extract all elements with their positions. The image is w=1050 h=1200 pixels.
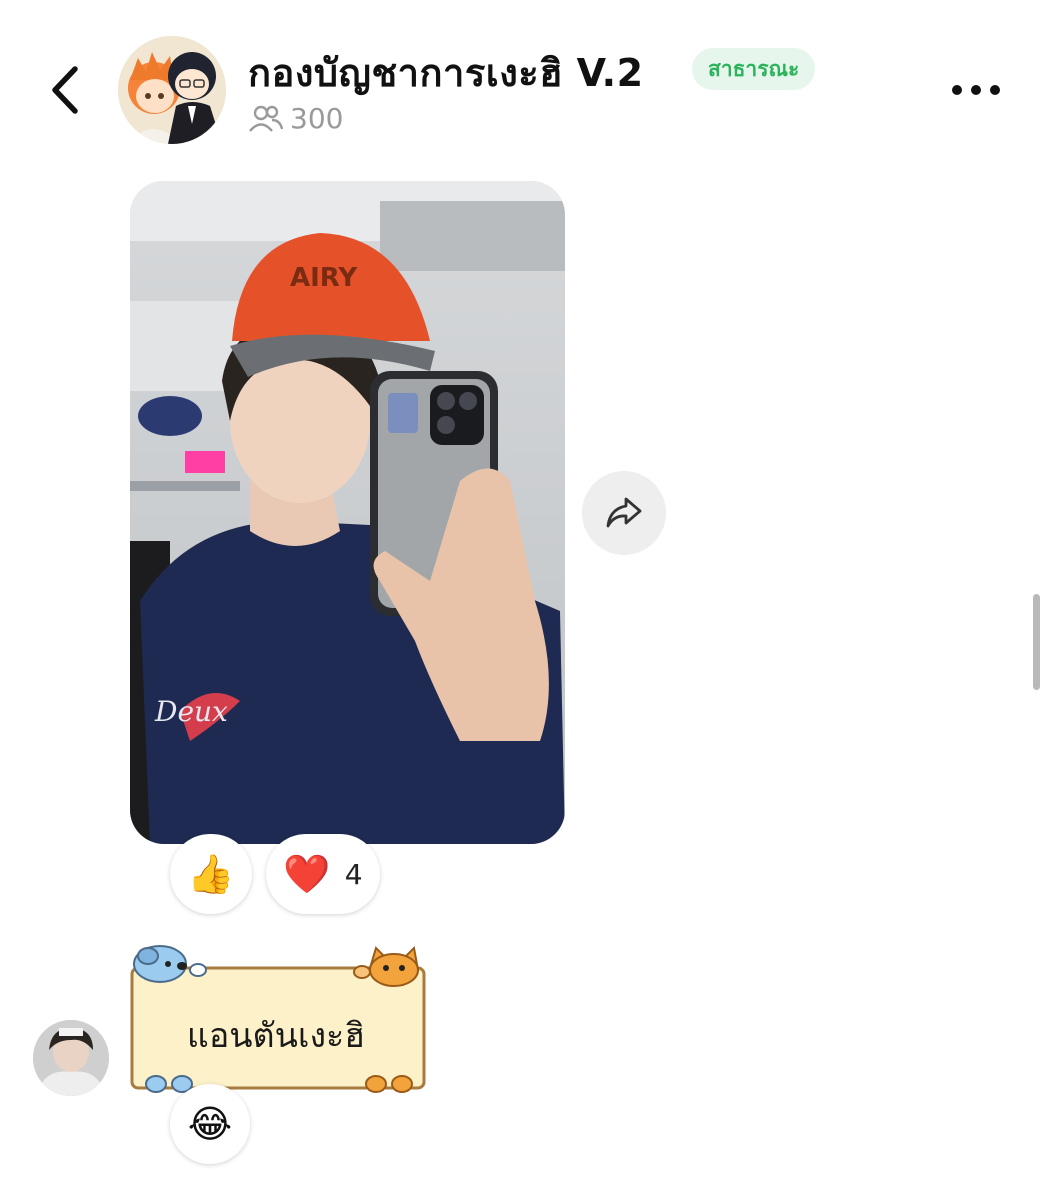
reaction-laugh[interactable]: 😂 [170, 1084, 250, 1164]
public-badge: สาธารณะ [692, 48, 816, 90]
more-horizontal-icon [952, 85, 962, 95]
photo-message[interactable]: AIRY Deux [130, 181, 565, 844]
svg-text:AIRY: AIRY [290, 263, 358, 293]
reaction-heart[interactable]: ❤️ 4 [266, 834, 380, 914]
member-count-label: 300 [290, 102, 344, 135]
people-icon [249, 105, 284, 132]
more-button[interactable] [936, 66, 1016, 114]
share-button[interactable] [582, 471, 666, 555]
chevron-left-icon [52, 66, 78, 114]
svg-text:Deux: Deux [154, 695, 228, 728]
dog-sticker-icon [133, 945, 207, 983]
laughing-emoji-icon: 😂 [187, 1102, 233, 1146]
reaction-thumbs-up[interactable]: 👍 [170, 834, 252, 914]
group-avatar[interactable] [118, 36, 226, 144]
member-count[interactable]: 300 [248, 102, 343, 135]
back-button[interactable] [34, 60, 94, 120]
heart-icon: ❤️ [283, 851, 331, 896]
group-title[interactable]: กองบัญชาการเงะฮิ V.2 [248, 42, 644, 103]
reaction-count: 4 [344, 857, 363, 891]
thumbs-up-icon: 👍 [187, 851, 235, 896]
scrollbar[interactable] [1033, 594, 1040, 690]
share-arrow-icon [606, 497, 642, 528]
sender-avatar[interactable] [33, 1020, 109, 1096]
sticker-text: แอนตันเงะฮิ [186, 1016, 366, 1056]
